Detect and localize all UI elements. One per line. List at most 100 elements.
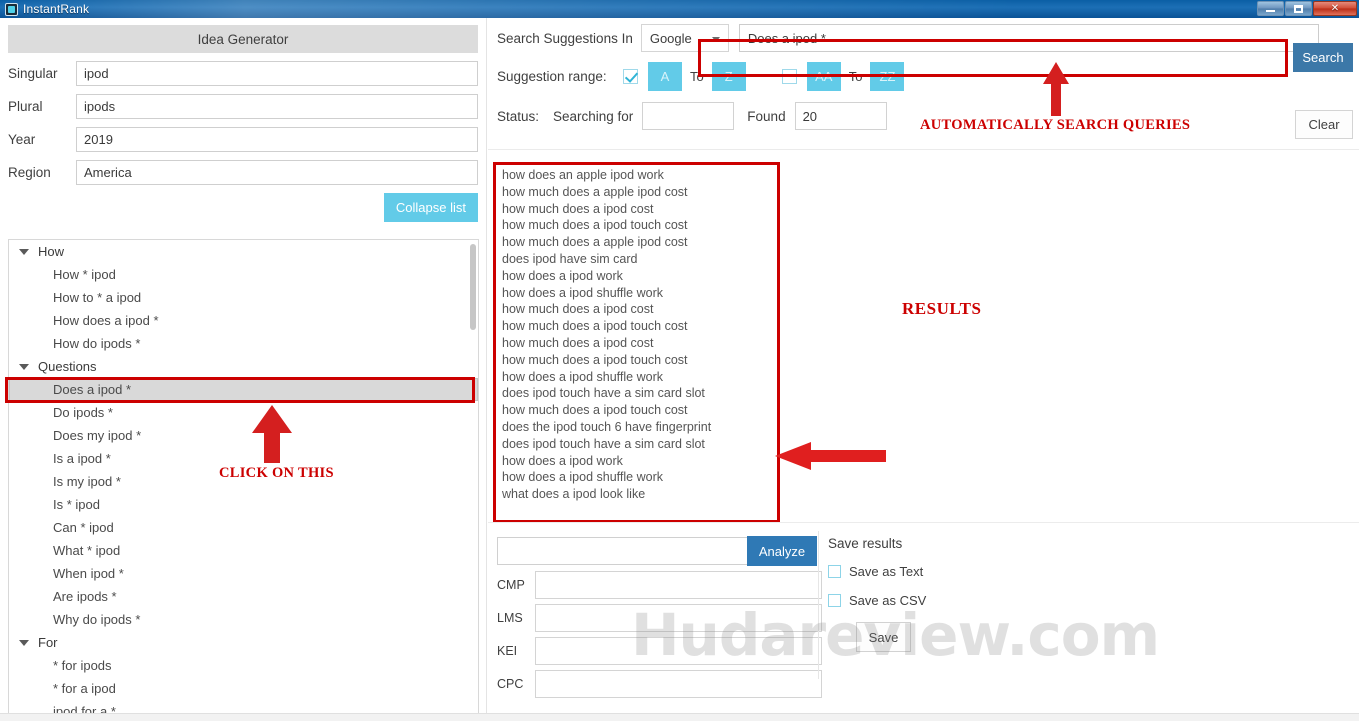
field-row-singular: Singular — [8, 61, 478, 86]
result-item[interactable]: how does a ipod shuffle work — [502, 469, 777, 486]
tree-item-label: How — [38, 244, 65, 259]
tree-item-label: Is * ipod — [53, 497, 100, 512]
tree-item[interactable]: How does a ipod * — [9, 309, 478, 332]
found-count-input[interactable] — [794, 102, 887, 130]
tree-item[interactable]: Does my ipod * — [9, 424, 478, 447]
kei-label: KEI — [497, 644, 518, 658]
auto-search-arrow-icon — [1043, 62, 1069, 116]
tree-item[interactable]: How do ipods * — [9, 332, 478, 355]
range-single-checkbox[interactable] — [623, 69, 638, 84]
panel-divider — [818, 531, 819, 679]
range-double-to-button[interactable]: ZZ — [870, 62, 905, 91]
search-button[interactable]: Search — [1293, 43, 1353, 72]
analysis-panel: Analyze CMP LMS KEI CPC Save results Sav… — [488, 522, 1359, 721]
clear-button[interactable]: Clear — [1295, 110, 1353, 139]
result-item[interactable]: does ipod have sim card — [502, 251, 777, 268]
result-item[interactable]: how much does a ipod touch cost — [502, 352, 777, 369]
analyze-button[interactable]: Analyze — [747, 536, 817, 566]
result-item[interactable]: how much does a ipod touch cost — [502, 318, 777, 335]
minimize-button[interactable] — [1257, 1, 1284, 16]
tree-group-questions[interactable]: Questions — [9, 355, 478, 378]
triangle-down-icon[interactable] — [19, 248, 29, 255]
lms-input[interactable] — [535, 604, 822, 632]
tree-item[interactable]: Can * ipod — [9, 516, 478, 539]
tree-item[interactable]: What * ipod — [9, 539, 478, 562]
range-single-to-label: To — [690, 69, 704, 84]
collapse-row: Collapse list — [8, 193, 478, 222]
range-single-from-button[interactable]: A — [648, 62, 682, 91]
result-item[interactable]: how does a ipod shuffle work — [502, 369, 777, 386]
singular-input[interactable] — [76, 61, 478, 86]
range-double-from-button[interactable]: AA — [806, 62, 841, 91]
range-double-checkbox[interactable] — [781, 69, 797, 84]
save-as-csv-checkbox[interactable] — [828, 594, 841, 607]
tree-group-how[interactable]: How — [9, 240, 478, 263]
result-item[interactable]: how much does a ipod cost — [502, 335, 777, 352]
tree-item[interactable]: Is * ipod — [9, 493, 478, 516]
result-item[interactable]: what does a ipod look like — [502, 486, 777, 503]
search-query-input[interactable] — [738, 24, 1319, 52]
tree-item[interactable]: * for ipods — [9, 654, 478, 677]
cpc-input[interactable] — [535, 670, 822, 698]
triangle-down-icon[interactable] — [19, 363, 29, 370]
result-item[interactable]: how much does a ipod touch cost — [502, 217, 777, 234]
tree-item[interactable]: * for a ipod — [9, 677, 478, 700]
tree-item[interactable]: Do ipods * — [9, 401, 478, 424]
result-item[interactable]: does ipod touch have a sim card slot — [502, 436, 777, 453]
window-controls: ✕ — [1256, 1, 1357, 16]
tree-item[interactable]: How to * a ipod — [9, 286, 478, 309]
tree-group-for[interactable]: For — [9, 631, 478, 654]
plural-input[interactable] — [76, 94, 478, 119]
metric-row-cpc: CPC — [488, 665, 1359, 698]
result-item[interactable]: how does a ipod work — [502, 268, 777, 285]
search-engine-select[interactable]: Google — [640, 24, 729, 52]
search-panel: Search Suggestions In Google Search Sugg… — [488, 18, 1359, 721]
triangle-down-icon[interactable] — [19, 639, 29, 646]
result-item[interactable]: how much does a apple ipod cost — [502, 234, 777, 251]
kei-input[interactable] — [535, 637, 822, 665]
result-item[interactable]: how much does a ipod cost — [502, 301, 777, 318]
searching-for-label: Searching for — [553, 108, 634, 124]
result-item[interactable]: how does a ipod work — [502, 453, 777, 470]
save-button[interactable]: Save — [856, 622, 911, 652]
result-item[interactable]: how does a ipod shuffle work — [502, 285, 777, 302]
region-input[interactable] — [76, 160, 478, 185]
result-item[interactable]: how much does a ipod touch cost — [502, 402, 777, 419]
close-button[interactable]: ✕ — [1313, 1, 1357, 16]
idea-generator-panel: Idea Generator Singular Plural Year Regi… — [0, 18, 487, 721]
year-input[interactable] — [76, 127, 478, 152]
tree-item-label: Why do ipods * — [53, 612, 141, 627]
result-item[interactable]: how much does a apple ipod cost — [502, 184, 777, 201]
save-as-csv-row[interactable]: Save as CSV — [828, 593, 1028, 608]
tree-item[interactable]: Why do ipods * — [9, 608, 478, 631]
tree-item-label: What * ipod — [53, 543, 121, 558]
tree-item[interactable]: When ipod * — [9, 562, 478, 585]
range-double-to-label: To — [848, 69, 863, 84]
label-singular: Singular — [8, 66, 58, 81]
tree-scrollbar-thumb[interactable] — [470, 244, 476, 330]
result-item[interactable]: how does an apple ipod work — [502, 167, 777, 184]
analyze-input[interactable] — [497, 537, 748, 565]
tree-scrollbar[interactable] — [470, 242, 476, 716]
tree-item[interactable]: Does a ipod * — [9, 378, 478, 401]
annotation-click-on-this: CLICK ON THIS — [219, 465, 334, 481]
tree-item-label: How does a ipod * — [53, 313, 159, 328]
results-list[interactable]: how does an apple ipod work how much does… — [493, 162, 780, 523]
tree-item-label: Does my ipod * — [53, 428, 142, 443]
results-arrow-icon — [775, 442, 886, 470]
save-as-text-row[interactable]: Save as Text — [828, 564, 1028, 579]
save-as-text-checkbox[interactable] — [828, 565, 841, 578]
search-suggestions-in-label: Search Suggestions In — [497, 30, 633, 46]
tree-item[interactable]: How * ipod — [9, 263, 478, 286]
collapse-list-button[interactable]: Collapse list — [383, 193, 478, 222]
result-item[interactable]: does ipod touch have a sim card slot — [502, 385, 777, 402]
maximize-button[interactable] — [1285, 1, 1312, 16]
found-label: Found — [747, 108, 786, 124]
range-single-to-button[interactable]: Z — [711, 62, 746, 91]
field-row-region: Region — [8, 160, 478, 185]
result-item[interactable]: does the ipod touch 6 have fingerprint — [502, 419, 777, 436]
searching-for-input[interactable] — [642, 102, 735, 130]
tree-item[interactable]: Are ipods * — [9, 585, 478, 608]
cmp-input[interactable] — [535, 571, 822, 599]
result-item[interactable]: how much does a ipod cost — [502, 201, 777, 218]
